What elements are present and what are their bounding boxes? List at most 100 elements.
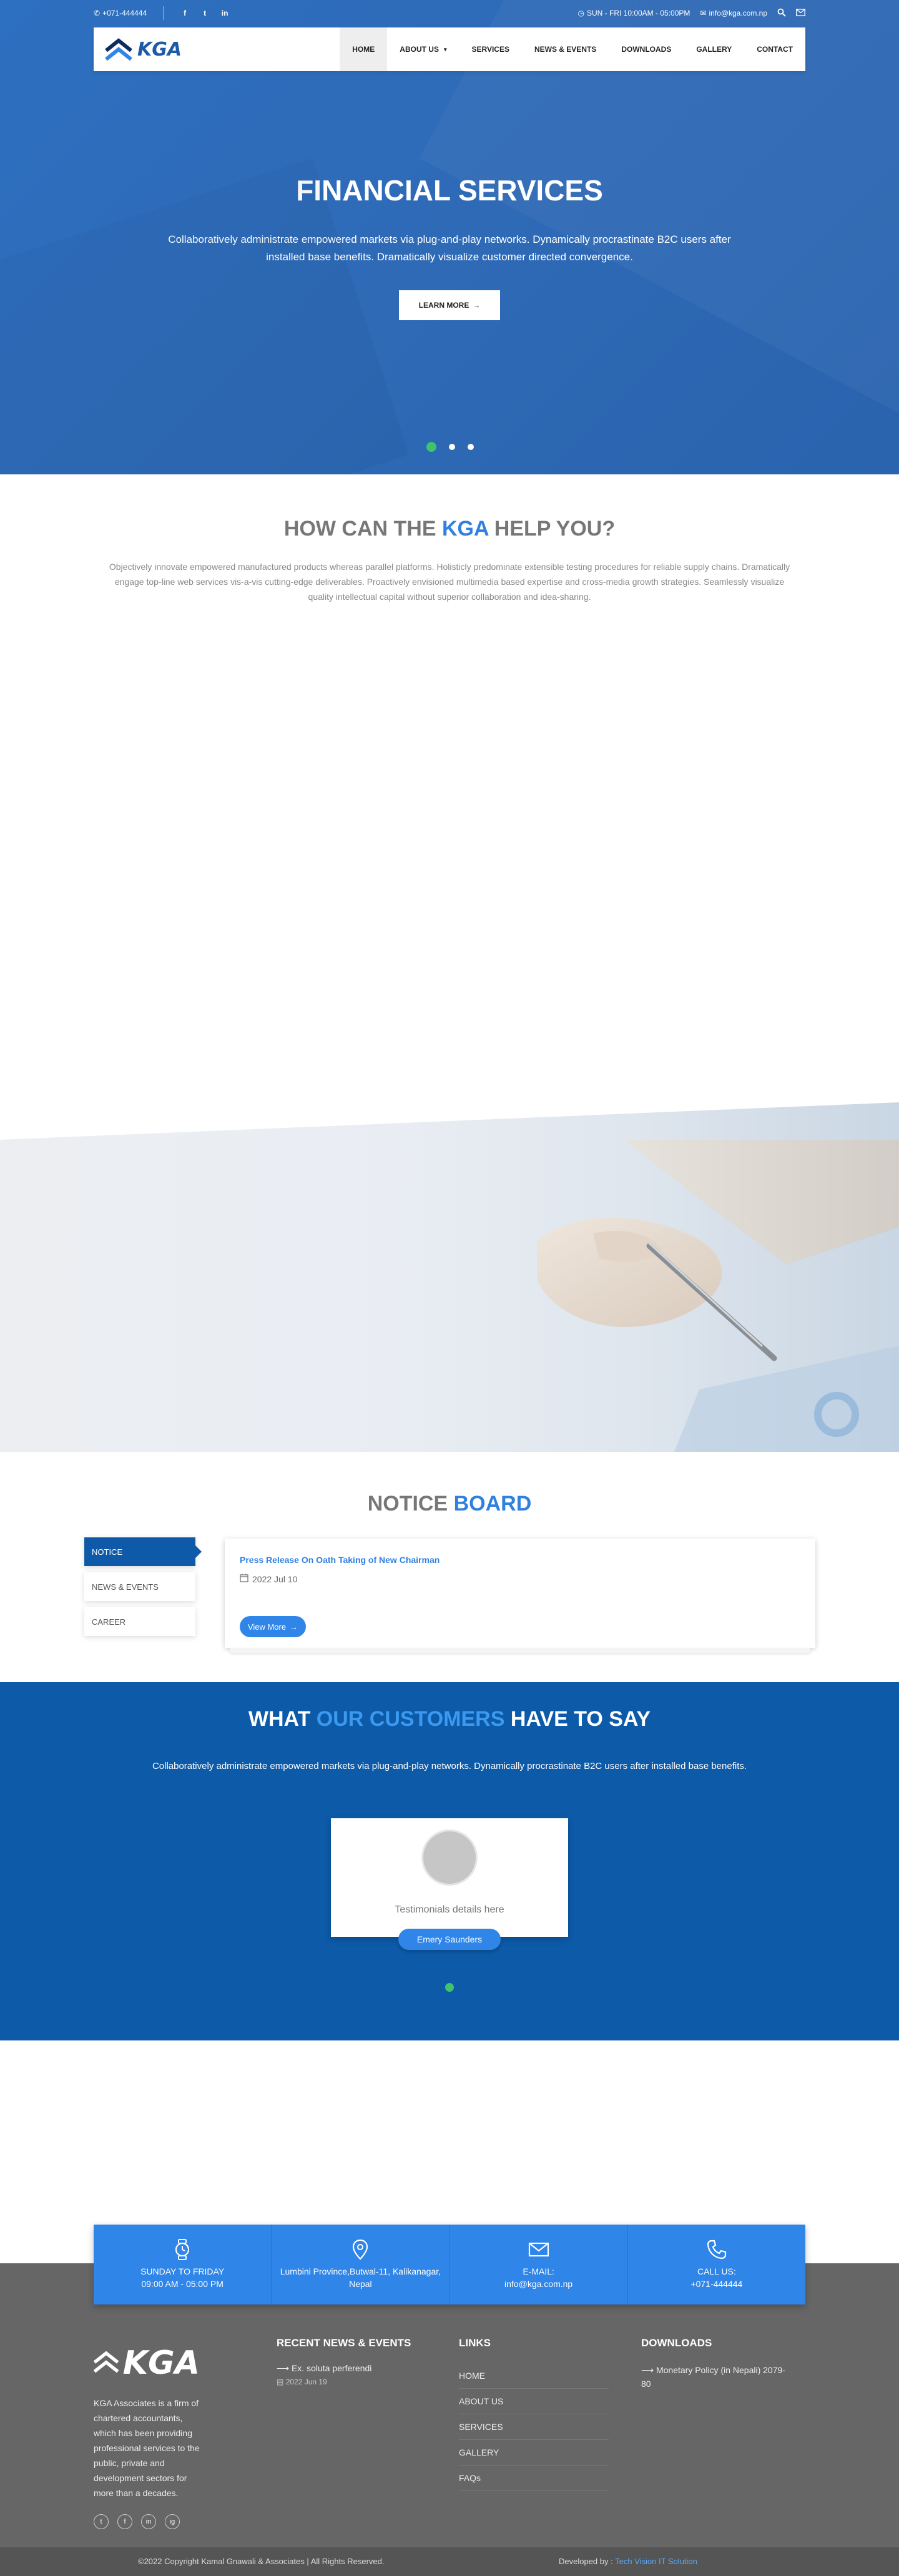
view-more-button[interactable]: View More → [240, 1616, 306, 1637]
mail-outline-icon[interactable] [796, 8, 805, 18]
footer-recent-news: RECENT NEWS & EVENTS ⟶ Ex. soluta perfer… [277, 2337, 433, 2386]
notice-card-date: 2022 Jul 10 [240, 1574, 800, 1584]
nav-gallery[interactable]: GALLERY [684, 27, 744, 71]
tab-career[interactable]: CAREER [84, 1607, 195, 1636]
top-bar-left: ✆ +071-444444 f t in [94, 6, 230, 20]
linkedin-icon[interactable]: in [220, 9, 230, 17]
contact-phone[interactable]: CALL US: +071-444444 [628, 2225, 805, 2304]
developer-link[interactable]: Tech Vision IT Solution [615, 2557, 697, 2566]
footer-social: t f in ig [94, 2514, 200, 2529]
nav-services[interactable]: SERVICES [459, 27, 522, 71]
top-email[interactable]: ✉ info@kga.com.np [700, 9, 767, 17]
footer-logo-text: KGA [122, 2344, 200, 2382]
contact-phone-line1: CALL US: [697, 2266, 736, 2276]
tab-notice[interactable]: NOTICE [84, 1537, 202, 1566]
copyright-bar: ©2022 Copyright Kamal Gnawali & Associat… [0, 2547, 899, 2576]
footer-about: KGA KGA Associates is a firm of chartere… [94, 2343, 200, 2529]
watch-icon [175, 2239, 190, 2260]
site-logo[interactable]: KGA [94, 37, 182, 62]
top-phone-number: +071-444444 [102, 9, 147, 17]
view-more-label: View More [247, 1622, 287, 1632]
main-navbar: KGA HOME ABOUT US ▾ SERVICES NEWS & EVEN… [94, 27, 805, 71]
footer-links-heading: LINKS [459, 2337, 491, 2349]
tab-news-events[interactable]: NEWS & EVENTS [84, 1572, 195, 1601]
footer-link-gallery[interactable]: GALLERY [459, 2440, 609, 2466]
testimonial-detail: Testimonials details here [395, 1904, 504, 1915]
arrow-right-icon: → [290, 1622, 298, 1632]
contact-address-line1: Lumbini Province,Butwal-11, Kalikanagar, [280, 2266, 441, 2276]
developer-credit: Developed by : Tech Vision IT Solution [559, 2557, 697, 2566]
notice-card-stack-shadow [230, 1648, 810, 1653]
footer-link-services[interactable]: SERVICES [459, 2414, 609, 2440]
top-email-text: info@kga.com.np [709, 9, 767, 17]
nav-news-events[interactable]: NEWS & EVENTS [522, 27, 609, 71]
location-pin-icon [353, 2239, 368, 2260]
copyright-text: ©2022 Copyright Kamal Gnawali & Associat… [138, 2557, 385, 2566]
contact-hours-line1: SUNDAY TO FRIDAY [140, 2266, 225, 2276]
arrow-right-icon: ⟶ [277, 2363, 290, 2373]
twitter-icon[interactable]: t [200, 9, 210, 17]
slider-dot-3[interactable] [468, 444, 474, 450]
notice-tabs: NOTICE NEWS & EVENTS CAREER [84, 1537, 202, 1642]
footer-link-about-us[interactable]: ABOUT US [459, 2389, 609, 2414]
hero-text: Collaboratively administrate empowered m… [168, 233, 731, 263]
footer-news-item[interactable]: ⟶ Ex. soluta perferendi [277, 2363, 433, 2374]
phone-icon [707, 2240, 726, 2260]
top-bar-right: ◷ SUN - FRI 10:00AM - 05:00PM ✉ info@kga… [578, 8, 806, 19]
notice-card-title[interactable]: Press Release On Oath Taking of New Chai… [240, 1555, 800, 1565]
footer-link-home[interactable]: HOME [459, 2363, 609, 2389]
main-nav: HOME ABOUT US ▾ SERVICES NEWS & EVENTS D… [340, 27, 805, 71]
envelope-icon [528, 2242, 549, 2257]
top-hours: ◷ SUN - FRI 10:00AM - 05:00PM [578, 9, 690, 17]
slider-dot-2[interactable] [449, 444, 455, 450]
top-phone[interactable]: ✆ +071-444444 [94, 9, 147, 17]
contact-info-strip: SUNDAY TO FRIDAY 09:00 AM - 05:00 PM Lum… [94, 2225, 805, 2304]
learn-more-button[interactable]: LEARN MORE → [399, 290, 500, 320]
nav-downloads[interactable]: DOWNLOADS [609, 27, 684, 71]
testimonials-text: Collaboratively administrate empowered m… [152, 1761, 747, 1771]
nav-contact[interactable]: CONTACT [744, 27, 805, 71]
divider [163, 6, 164, 20]
contact-hours-line2: 09:00 AM - 05:00 PM [141, 2279, 224, 2289]
footer-download-item[interactable]: ⟶ Monetary Policy (in Nepali) 2079-80 [641, 2363, 791, 2391]
footer-news-title: Ex. soluta perferendi [291, 2363, 372, 2373]
top-hours-text: SUN - FRI 10:00AM - 05:00PM [586, 9, 690, 17]
footer-logo[interactable]: KGA [94, 2343, 200, 2383]
logo-text: KGA [137, 38, 182, 61]
envelope-icon: ✉ [700, 9, 707, 17]
footer-news-date-text: 2022 Jun 19 [285, 2378, 327, 2386]
contact-email-line2: info@kga.com.np [504, 2279, 573, 2289]
help-title-pre: HOW CAN THE [283, 517, 436, 541]
nav-about-us[interactable]: ABOUT US ▾ [387, 27, 459, 71]
contact-address: Lumbini Province,Butwal-11, Kalikanagar,… [272, 2225, 450, 2304]
twitter-icon[interactable]: t [94, 2514, 109, 2529]
hero-section: ✆ +071-444444 f t in ◷ SUN - FRI 10:00AM… [0, 0, 899, 474]
search-icon[interactable] [777, 8, 786, 19]
help-section-text: Objectively innovate empowered manufactu… [109, 562, 790, 602]
testimonial-author-badge: Emery Saunders [398, 1929, 501, 1950]
facebook-icon[interactable]: f [117, 2514, 132, 2529]
facebook-icon[interactable]: f [180, 9, 190, 17]
logo-chevron-icon [94, 2351, 119, 2373]
footer-link-faqs[interactable]: FAQs [459, 2466, 609, 2491]
notice-title-highlight: BOARD [453, 1492, 532, 1516]
slider-dot-1[interactable] [426, 442, 436, 452]
contact-email[interactable]: E-MAIL: info@kga.com.np [450, 2225, 628, 2304]
linkedin-icon[interactable]: in [141, 2514, 156, 2529]
avatar [421, 1829, 478, 1886]
phone-icon: ✆ [94, 9, 101, 17]
chevron-down-icon: ▾ [443, 46, 447, 52]
nav-home[interactable]: HOME [340, 27, 388, 71]
help-section-title: HOW CAN THE KGA HELP YOU? [0, 517, 899, 541]
contact-hours: SUNDAY TO FRIDAY 09:00 AM - 05:00 PM [94, 2225, 272, 2304]
footer-news-date: ▤ 2022 Jun 19 [277, 2378, 433, 2386]
testimonial-slider-dot[interactable] [445, 1983, 454, 1992]
help-title-highlight: KGA [442, 517, 489, 541]
testimonials-title: WHAT OUR CUSTOMERS HAVE TO SAY [0, 1707, 899, 1731]
contact-phone-line2: +071-444444 [690, 2279, 743, 2289]
calendar-icon [240, 1574, 248, 1584]
footer-download-label: Monetary Policy (in Nepali) 2079-80 [641, 2365, 785, 2389]
testimonials-title-post: HAVE TO SAY [510, 1707, 651, 1731]
instagram-icon[interactable]: ig [165, 2514, 180, 2529]
arrow-right-icon: → [473, 301, 481, 310]
